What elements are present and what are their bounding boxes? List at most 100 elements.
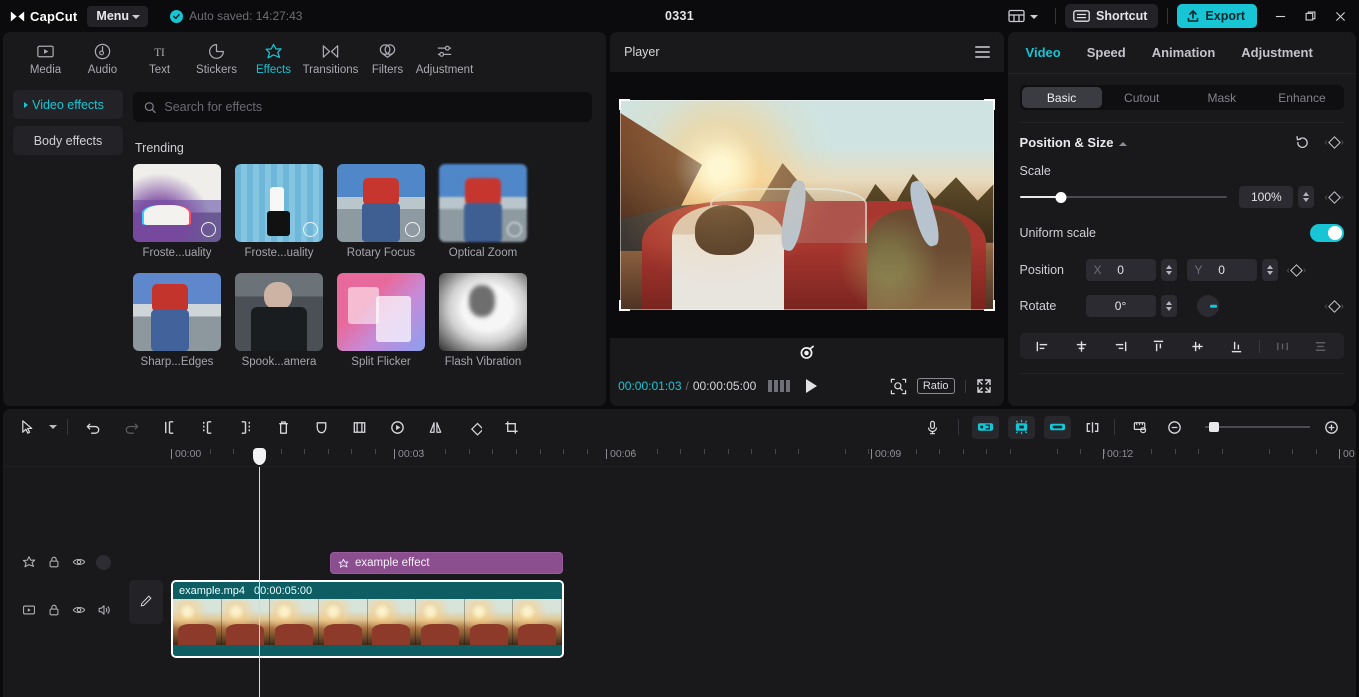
keyframe-diamond-icon[interactable] <box>1327 299 1341 313</box>
delete-button[interactable] <box>271 415 296 440</box>
position-y-input[interactable]: Y 0 <box>1186 259 1257 281</box>
mask-shield-button[interactable] <box>309 415 334 440</box>
download-circle-icon[interactable] <box>303 222 318 237</box>
playhead[interactable] <box>259 467 260 697</box>
scale-slider[interactable] <box>1019 190 1228 204</box>
search-input[interactable] <box>164 100 582 114</box>
tab-media[interactable]: Media <box>17 38 74 76</box>
uniform-scale-toggle[interactable] <box>1310 224 1345 242</box>
effect-card[interactable]: Froste...uality <box>133 164 221 259</box>
position-keyframe-control[interactable]: ‹ › <box>1287 263 1306 277</box>
effect-card[interactable]: Rotary Focus <box>337 164 425 259</box>
download-circle-icon[interactable] <box>201 222 216 237</box>
frames-icon[interactable] <box>768 380 791 392</box>
tab-filters[interactable]: Filters <box>359 38 416 76</box>
measure-button[interactable] <box>1128 415 1153 440</box>
export-button[interactable]: Export <box>1177 4 1257 28</box>
timeline-ruler[interactable]: 00:00 00:03 00:06 00:09 00:12 00 <box>3 445 1356 467</box>
microphone-button[interactable] <box>920 415 945 440</box>
scale-value-input[interactable]: 100% <box>1239 186 1294 208</box>
tab-audio[interactable]: Audio <box>74 38 131 76</box>
split-marker-button[interactable] <box>1080 415 1105 440</box>
subtab-basic[interactable]: Basic <box>1021 87 1102 108</box>
rotate-value-input[interactable]: 0° <box>1085 295 1156 317</box>
resize-handle-top-right[interactable] <box>983 99 995 110</box>
hamburger-icon[interactable] <box>974 46 990 58</box>
scale-stepper[interactable] <box>1298 186 1315 208</box>
search-effects-box[interactable] <box>133 92 593 122</box>
select-cursor-button[interactable] <box>15 415 40 440</box>
playhead-handle[interactable] <box>253 448 266 465</box>
minimize-button[interactable] <box>1265 0 1295 32</box>
trim-start-button[interactable] <box>195 415 220 440</box>
sidebar-item-body-effects[interactable]: Body effects <box>13 126 123 155</box>
download-circle-icon[interactable] <box>405 222 420 237</box>
subtab-cutout[interactable]: Cutout <box>1102 87 1182 108</box>
trim-end-button[interactable] <box>233 415 258 440</box>
slider-knob[interactable] <box>1055 191 1067 203</box>
effect-card[interactable]: Flash Vibration <box>439 273 527 368</box>
crop-frame-button[interactable] <box>347 415 372 440</box>
rotate-button[interactable] <box>461 415 486 440</box>
resize-handle-top-left[interactable] <box>618 99 630 110</box>
auto-cut-button[interactable] <box>972 415 999 439</box>
resize-handle-bottom-left[interactable] <box>618 300 630 311</box>
align-left-button[interactable] <box>1024 339 1063 354</box>
reset-icon[interactable] <box>1295 135 1310 150</box>
fullscreen-icon[interactable] <box>976 378 992 394</box>
auto-reframe-button[interactable] <box>1008 415 1035 439</box>
redo-button[interactable] <box>119 415 144 440</box>
effects-icon[interactable] <box>21 555 36 570</box>
rotate-dial[interactable] <box>1196 295 1219 317</box>
scale-keyframe-control[interactable]: ‹ › <box>1324 190 1344 204</box>
keyframe-diamond-icon[interactable] <box>1290 263 1303 277</box>
keyframe-next-icon[interactable]: › <box>1303 265 1306 276</box>
distribute-horizontal-button[interactable] <box>1263 339 1302 354</box>
magnifier-icon[interactable] <box>890 378 907 395</box>
position-x-stepper[interactable] <box>1160 259 1177 281</box>
lock-icon[interactable] <box>46 603 61 618</box>
zoom-slider-knob[interactable] <box>1209 422 1219 432</box>
keyframe-next-icon[interactable]: › <box>1341 137 1344 148</box>
tab-stickers[interactable]: Stickers <box>188 38 245 76</box>
tab-effects[interactable]: Effects <box>245 38 302 76</box>
rotate-keyframe-control[interactable]: ‹ › <box>1324 299 1344 313</box>
keyframe-diamond-icon[interactable] <box>1327 190 1341 204</box>
tab-speed[interactable]: Speed <box>1074 45 1139 60</box>
effect-card[interactable]: Sharp...Edges <box>133 273 221 368</box>
cover-button[interactable] <box>129 580 163 624</box>
distribute-vertical-button[interactable] <box>1301 339 1340 354</box>
tab-transitions[interactable]: Transitions <box>302 38 359 76</box>
tab-video[interactable]: Video <box>1022 45 1074 60</box>
align-top-button[interactable] <box>1140 339 1179 354</box>
video-clip[interactable]: example.mp4 00:00:05:00 <box>171 580 564 658</box>
position-x-input[interactable]: X 0 <box>1085 259 1156 281</box>
layout-switch-button[interactable] <box>1000 5 1046 27</box>
zoom-out-button[interactable] <box>1162 415 1187 440</box>
shortcut-button[interactable]: Shortcut <box>1065 4 1159 28</box>
effect-card[interactable]: Optical Zoom <box>439 164 527 259</box>
align-center-horizontal-button[interactable] <box>1062 339 1101 354</box>
maximize-button[interactable] <box>1295 0 1325 32</box>
speed-button[interactable] <box>385 415 410 440</box>
crop-button[interactable] <box>499 415 524 440</box>
lock-icon[interactable] <box>46 555 61 570</box>
download-circle-icon[interactable] <box>507 222 522 237</box>
tab-adjustment[interactable]: Adjustment <box>1228 45 1326 60</box>
resize-handle-bottom-right[interactable] <box>983 300 995 311</box>
zoom-in-button[interactable] <box>1319 415 1344 440</box>
chevron-down-icon[interactable] <box>49 425 57 429</box>
video-preview[interactable] <box>618 99 995 311</box>
link-clip-button[interactable] <box>1044 415 1071 439</box>
tab-text[interactable]: TI Text <box>131 38 188 76</box>
effect-clip[interactable]: example effect <box>330 552 563 574</box>
undo-button[interactable] <box>81 415 106 440</box>
close-button[interactable] <box>1325 0 1355 32</box>
rotate-stepper[interactable] <box>1160 295 1177 317</box>
mirror-button[interactable] <box>423 415 448 440</box>
keyframe-diamond-icon[interactable] <box>1327 136 1341 149</box>
sidebar-item-video-effects[interactable]: Video effects <box>13 90 123 119</box>
tab-adjustment[interactable]: Adjustment <box>416 38 473 76</box>
align-middle-vertical-button[interactable] <box>1178 339 1217 354</box>
eye-icon[interactable] <box>71 555 86 570</box>
